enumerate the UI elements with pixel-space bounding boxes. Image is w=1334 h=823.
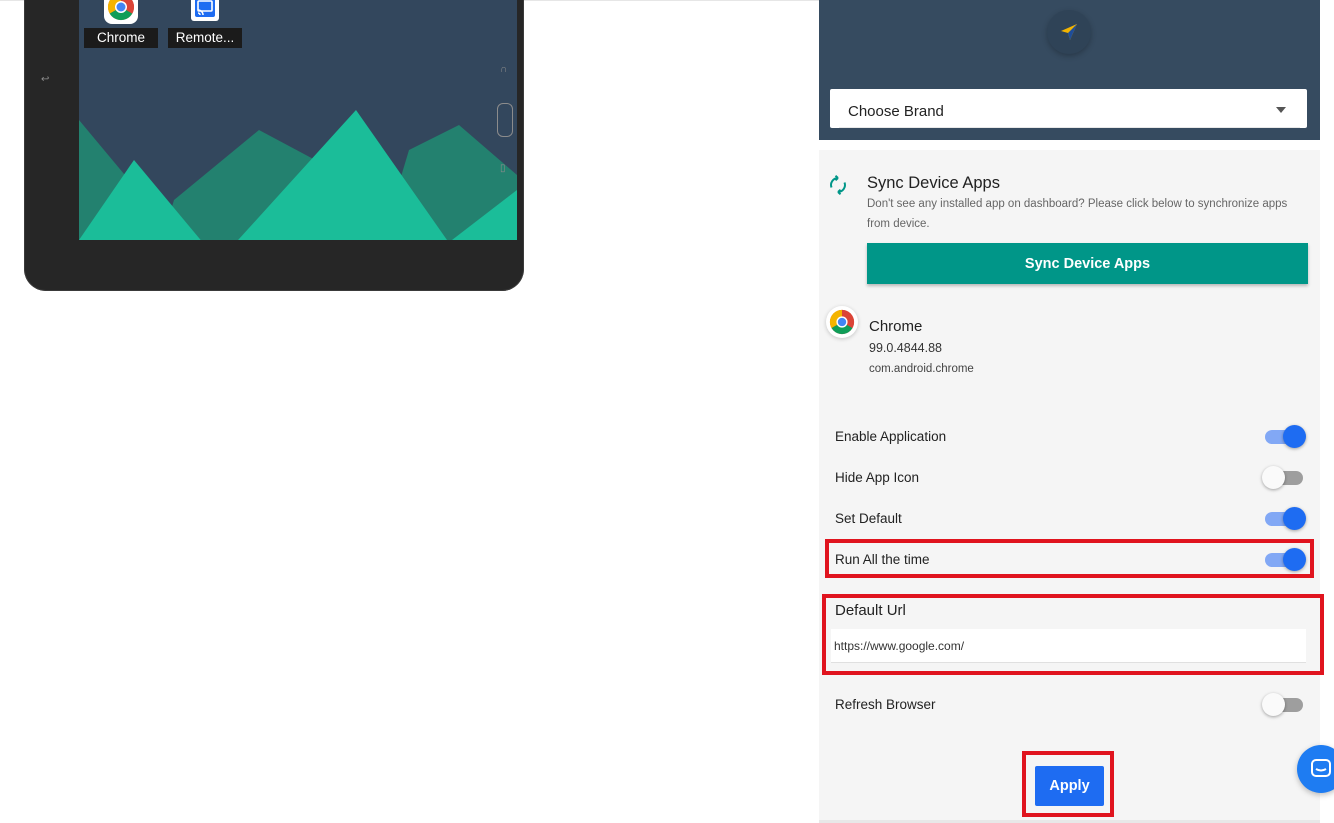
setting-label: Hide App Icon (835, 470, 920, 485)
highlight-run-all-the-time (825, 539, 1314, 578)
enable-application-toggle[interactable] (1265, 425, 1306, 448)
setting-enable-application: Enable Application (835, 423, 1309, 451)
brand-logo-icon (1047, 10, 1091, 54)
app-name: Chrome (869, 318, 923, 335)
setting-label: Set Default (835, 511, 902, 526)
brand-select-field[interactable]: Choose Brand (839, 95, 1300, 128)
sync-icon (827, 174, 849, 201)
set-default-toggle[interactable] (1265, 507, 1306, 530)
setting-refresh-browser: Refresh Browser (835, 691, 1309, 719)
brand-select[interactable]: Choose Brand (830, 89, 1307, 128)
chrome-icon (826, 306, 858, 338)
home-button[interactable] (497, 103, 513, 137)
caret-down-icon[interactable] (1276, 107, 1286, 113)
chat-icon (1311, 759, 1331, 777)
sync-title: Sync Device Apps (867, 174, 1000, 192)
highlight-apply (1022, 751, 1114, 817)
overview-icon[interactable]: ▯ (500, 163, 506, 174)
setting-set-default: Set Default (835, 505, 1309, 533)
device-app-remote[interactable]: Remote... (168, 0, 242, 48)
cast-icon (191, 0, 219, 21)
chrome-icon (104, 0, 138, 24)
sync-description: Don't see any installed app on dashboard… (867, 198, 1288, 230)
device-preview: Chrome Remote... ↩ ∩ ▯ (24, 0, 524, 291)
panel-header: Choose Brand (819, 0, 1320, 140)
setting-label: Refresh Browser (835, 697, 936, 712)
app-version: 99.0.4844.88 (869, 341, 942, 355)
refresh-browser-toggle[interactable] (1262, 693, 1305, 716)
recent-apps-icon[interactable]: ∩ (500, 64, 507, 75)
highlight-default-url (822, 594, 1324, 675)
header-gap (819, 140, 1320, 150)
setting-label: Enable Application (835, 429, 947, 444)
app-settings-panel: Choose Brand Sync Device Apps Don't see … (819, 0, 1324, 823)
device-app-chrome[interactable]: Chrome (84, 0, 158, 48)
device-screen[interactable]: Chrome Remote... (79, 0, 517, 240)
app-package: com.android.chrome (869, 363, 974, 375)
device-app-label: Remote... (168, 28, 242, 48)
back-button-icon[interactable]: ↩ (41, 74, 49, 85)
brand-select-value: Choose Brand (848, 103, 944, 120)
setting-hide-app-icon: Hide App Icon (835, 464, 1309, 492)
hide-app-icon-toggle[interactable] (1262, 466, 1305, 489)
sync-device-apps-button[interactable]: Sync Device Apps (867, 243, 1308, 284)
device-app-label: Chrome (84, 28, 158, 48)
